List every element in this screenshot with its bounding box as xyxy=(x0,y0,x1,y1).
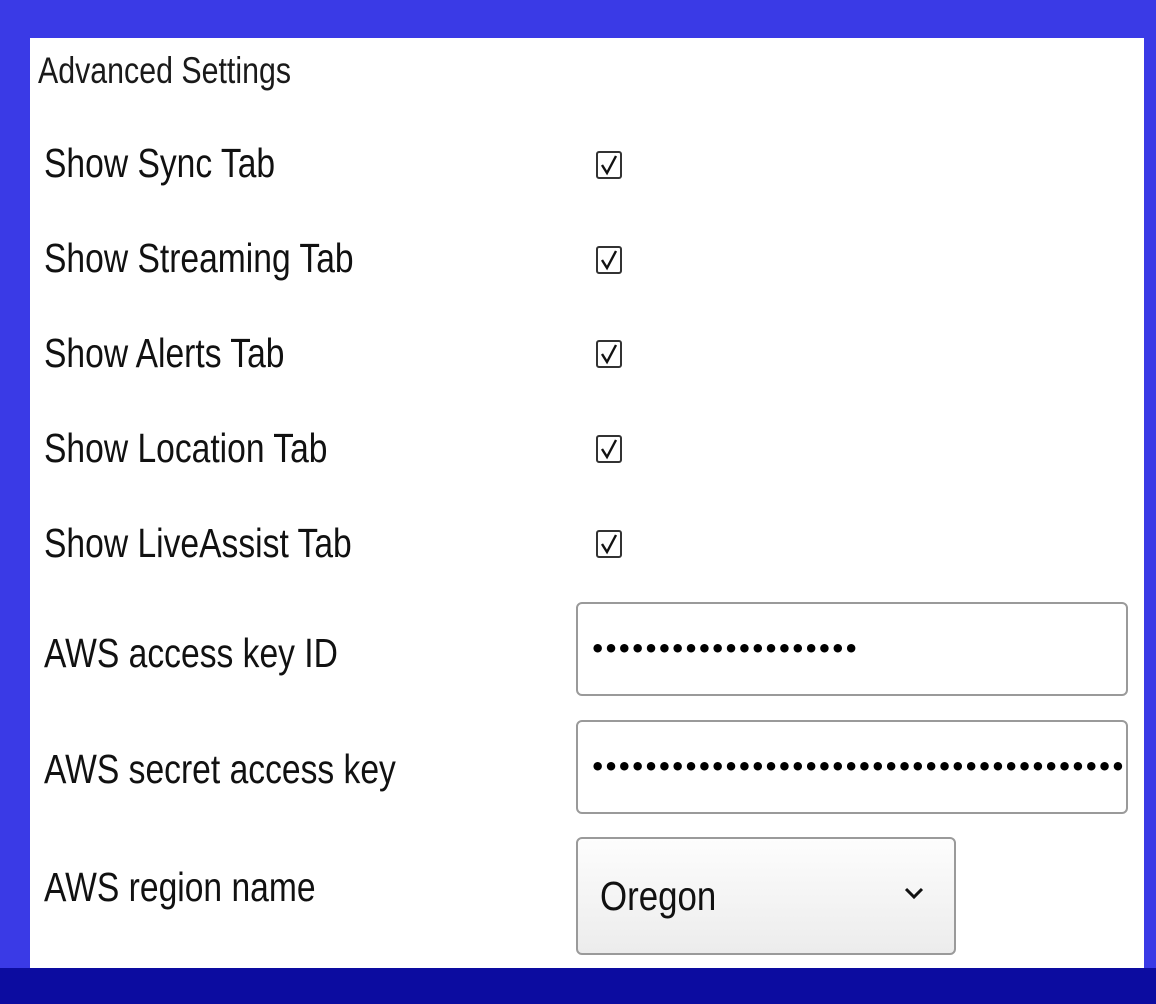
checkmark-icon xyxy=(600,344,618,365)
show-sync-tab-label: Show Sync Tab xyxy=(44,140,276,186)
show-sync-tab-checkbox[interactable] xyxy=(596,151,622,179)
show-alerts-tab-label: Show Alerts Tab xyxy=(44,330,285,376)
aws-region-selected-value: Oregon xyxy=(600,873,717,919)
checkmark-icon xyxy=(600,439,618,460)
checkmark-icon xyxy=(600,155,618,176)
section-title: Advanced Settings xyxy=(38,50,292,91)
aws-region-label: AWS region name xyxy=(44,864,316,910)
checkmark-icon xyxy=(600,250,618,271)
show-location-tab-label: Show Location Tab xyxy=(44,425,328,471)
show-location-tab-checkbox[interactable] xyxy=(596,435,622,463)
show-liveassist-tab-checkbox[interactable] xyxy=(596,530,622,558)
show-alerts-tab-checkbox[interactable] xyxy=(596,340,622,368)
show-liveassist-tab-label: Show LiveAssist Tab xyxy=(44,520,352,566)
aws-secret-key-input[interactable] xyxy=(576,720,1128,814)
show-streaming-tab-label: Show Streaming Tab xyxy=(44,235,354,281)
aws-access-key-label: AWS access key ID xyxy=(44,630,338,676)
window-frame-bottom xyxy=(0,968,1156,1004)
aws-secret-key-label: AWS secret access key xyxy=(44,746,396,792)
aws-access-key-input[interactable] xyxy=(576,602,1128,696)
checkmark-icon xyxy=(600,534,618,555)
advanced-settings-panel: Advanced Settings Show Sync Tab Show Str… xyxy=(30,38,1144,968)
aws-region-select[interactable]: Oregon xyxy=(576,837,956,955)
chevron-down-icon xyxy=(904,887,924,900)
show-streaming-tab-checkbox[interactable] xyxy=(596,246,622,274)
